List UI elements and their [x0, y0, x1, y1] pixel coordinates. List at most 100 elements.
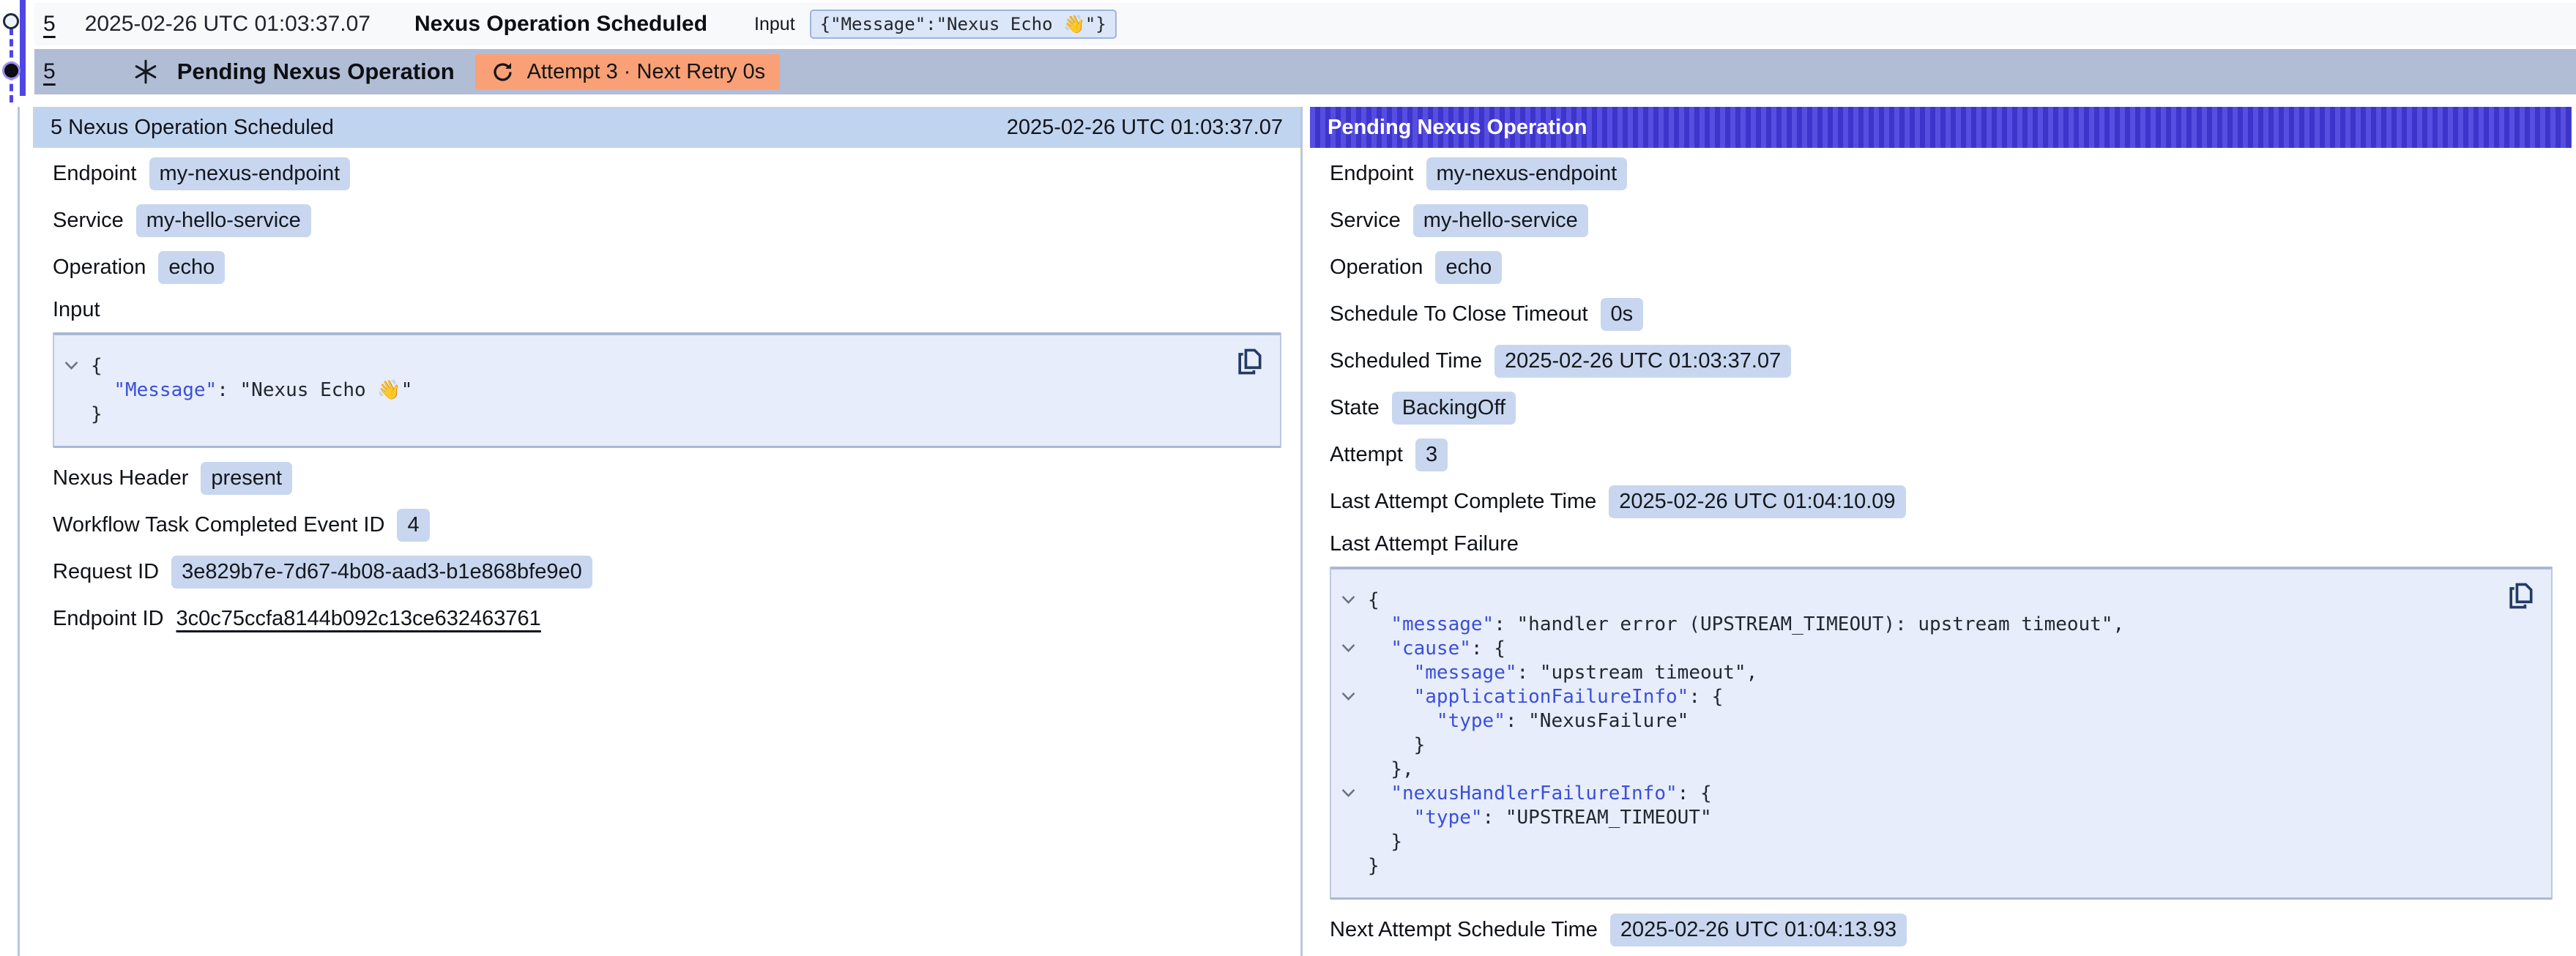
field-label: Next Attempt Schedule Time: [1330, 918, 1598, 942]
json-key: "message": [1414, 662, 1517, 684]
field-label: State: [1330, 396, 1380, 420]
field-value-badge: 2025-02-26 UTC 01:03:37.07: [1494, 345, 1791, 378]
pending-event-title: Pending Nexus Operation: [177, 59, 455, 85]
json-code: { "message": "handler error (UPSTREAM_TI…: [1368, 589, 2493, 878]
field-value-badge: 4: [397, 509, 429, 542]
json-text: : {: [1689, 686, 1723, 708]
collapse-chevron-down-icon[interactable]: [1341, 594, 1356, 606]
json-text: : "UPSTREAM_TIMEOUT": [1483, 807, 1712, 829]
event-id-link[interactable]: 5: [43, 59, 56, 84]
json-key: "type": [1437, 710, 1505, 732]
copy-button[interactable]: [1233, 346, 1265, 378]
input-json-viewer: { "Message": "Nexus Echo 👋"}: [53, 332, 1281, 448]
field-value-badge: BackingOff: [1392, 392, 1516, 425]
field-label: Operation: [53, 255, 146, 280]
event-input-label: Input: [754, 14, 795, 35]
json-text: : "upstream timeout",: [1517, 662, 1758, 684]
json-code-line: {: [1368, 589, 2493, 613]
field-endpoint: Endpointmy-nexus-endpoint: [1330, 157, 2557, 190]
json-text: {: [1368, 589, 1380, 611]
json-code-line: "Message": "Nexus Echo 👋": [91, 378, 1221, 403]
field-scheduled-time: Scheduled Time 2025-02-26 UTC 01:03:37.07: [1330, 344, 2557, 378]
field-state: State BackingOff: [1330, 391, 2557, 425]
event-detail-card: 5 Nexus Operation Scheduled 2025-02-26 U…: [33, 107, 1300, 649]
collapse-chevron-down-icon[interactable]: [1341, 691, 1356, 703]
event-id-link[interactable]: 5: [43, 12, 56, 37]
field-next-attempt-schedule-time: Next Attempt Schedule Time 2025-02-26 UTC…: [1330, 913, 2557, 946]
pending-operation-fields: Endpointmy-nexus-endpoint Service my-hello…: [1330, 157, 2557, 518]
field-nexus-header: Nexus Header present: [53, 461, 1286, 495]
pending-operation-card: Pending Nexus Operation Endpointmy-nexus…: [1310, 107, 2572, 956]
field-request-id: Request ID3e829b7e-7d67-4b08-aad3-b1e868…: [53, 555, 1286, 589]
json-text: }: [1391, 831, 1402, 853]
json-key: "message": [1391, 613, 1494, 635]
field-value-link[interactable]: 3c0c75ccfa8144b092c13ce632463761: [176, 607, 541, 631]
json-text: {: [91, 355, 103, 377]
field-label: Workflow Task Completed Event ID: [53, 513, 384, 537]
field-schedule-to-close-timeout: Schedule To Close Timeout 0s: [1330, 297, 2557, 331]
json-text: : {: [1678, 783, 1712, 804]
event-title: Nexus Operation Scheduled: [414, 12, 707, 37]
event-row-pending-nexus-operation[interactable]: 5 Pending Nexus Operation Attempt 3 · Ne…: [34, 49, 2576, 94]
field-value-badge: echo: [1435, 251, 1502, 284]
collapse-chevron-down-icon[interactable]: [64, 360, 79, 372]
json-code-line: "cause": {: [1368, 637, 2493, 661]
input-section-label: Input: [53, 297, 1286, 322]
event-timestamp: 2025-02-26 UTC 01:03:37.07: [85, 12, 371, 37]
field-value-badge: my-hello-service: [1413, 204, 1588, 237]
pending-operation-fields: Next Attempt Schedule Time 2025-02-26 UTC…: [1330, 913, 2557, 946]
json-code: { "Message": "Nexus Echo 👋"}: [91, 354, 1221, 427]
event-detail-fields: Nexus Header present Workflow Task Complet…: [53, 461, 1286, 635]
event-input-preview-chip: {"Message":"Nexus Echo 👋"}: [810, 10, 1117, 39]
asterisk-pending-icon: [132, 58, 160, 86]
json-text: }: [1414, 734, 1426, 756]
workflow-event-history-view: 5 2025-02-26 UTC 01:03:37.07 Nexus Opera…: [0, 0, 2576, 956]
field-endpoint-id: Endpoint ID 3c0c75ccfa8144b092c13ce632463…: [53, 602, 1286, 635]
json-code-line: "message": "upstream timeout",: [1368, 661, 2493, 685]
field-value-badge: present: [201, 462, 292, 495]
pending-operation-header-title: Pending Nexus Operation: [1328, 116, 1587, 140]
collapse-chevron-down-icon[interactable]: [1341, 788, 1356, 799]
field-label: Service: [53, 209, 124, 233]
field-label: Operation: [1330, 255, 1423, 280]
field-label: Nexus Header: [53, 466, 188, 490]
timeline-marker-selected-circle-icon: [4, 64, 18, 78]
json-text: : "NexusFailure": [1505, 710, 1689, 732]
timeline-active-bar: [20, 0, 26, 96]
timeline-marker-open-circle-icon: [3, 13, 19, 29]
json-code-line: "applicationFailureInfo": {: [1368, 685, 2493, 709]
field-value-badge: 2025-02-26 UTC 01:04:13.93: [1610, 914, 1907, 946]
field-value-badge: my-nexus-endpoint: [149, 157, 351, 190]
field-value-badge: 3e829b7e-7d67-4b08-aad3-b1e868bfe9e0: [171, 556, 592, 589]
field-label: Schedule To Close Timeout: [1330, 302, 1588, 326]
json-key: "nexusHandlerFailureInfo": [1391, 783, 1677, 804]
field-label: Scheduled Time: [1330, 349, 1482, 373]
retry-icon: [490, 59, 515, 85]
json-key: "type": [1414, 807, 1483, 829]
failure-json-viewer: { "message": "handler error (UPSTREAM_TI…: [1330, 567, 2553, 900]
field-value-badge: 2025-02-26 UTC 01:04:10.09: [1609, 485, 1905, 518]
field-service: Servicemy-hello-service: [53, 203, 1286, 237]
json-code-line: "type": "NexusFailure": [1368, 709, 2493, 733]
field-label: Endpoint ID: [53, 607, 164, 631]
field-value-badge: 0s: [1601, 298, 1644, 331]
json-text: : {: [1471, 638, 1505, 660]
json-code-line: }: [91, 403, 1221, 427]
pending-operation-header: Pending Nexus Operation: [1310, 107, 2572, 148]
field-label: Service: [1330, 209, 1401, 233]
copy-button[interactable]: [2504, 580, 2536, 612]
field-label: Last Attempt Complete Time: [1330, 490, 1596, 514]
json-key: "Message": [113, 379, 217, 401]
collapse-chevron-down-icon[interactable]: [1341, 643, 1356, 654]
json-code-line: }: [1368, 733, 2493, 758]
event-detail-header-title: 5 Nexus Operation Scheduled: [51, 116, 334, 140]
json-text: },: [1391, 758, 1413, 780]
json-key: "applicationFailureInfo": [1414, 686, 1689, 708]
field-attempt: Attempt3: [1330, 438, 2557, 471]
event-detail-header: 5 Nexus Operation Scheduled 2025-02-26 U…: [33, 107, 1300, 148]
field-label: Attempt: [1330, 443, 1403, 467]
attempt-retry-text: Attempt 3 · Next Retry 0s: [527, 60, 766, 84]
json-code-line: {: [91, 354, 1221, 378]
event-row-nexus-operation-scheduled[interactable]: 5 2025-02-26 UTC 01:03:37.07 Nexus Opera…: [34, 3, 2576, 45]
event-detail-header-time: 2025-02-26 UTC 01:03:37.07: [1007, 116, 1283, 140]
